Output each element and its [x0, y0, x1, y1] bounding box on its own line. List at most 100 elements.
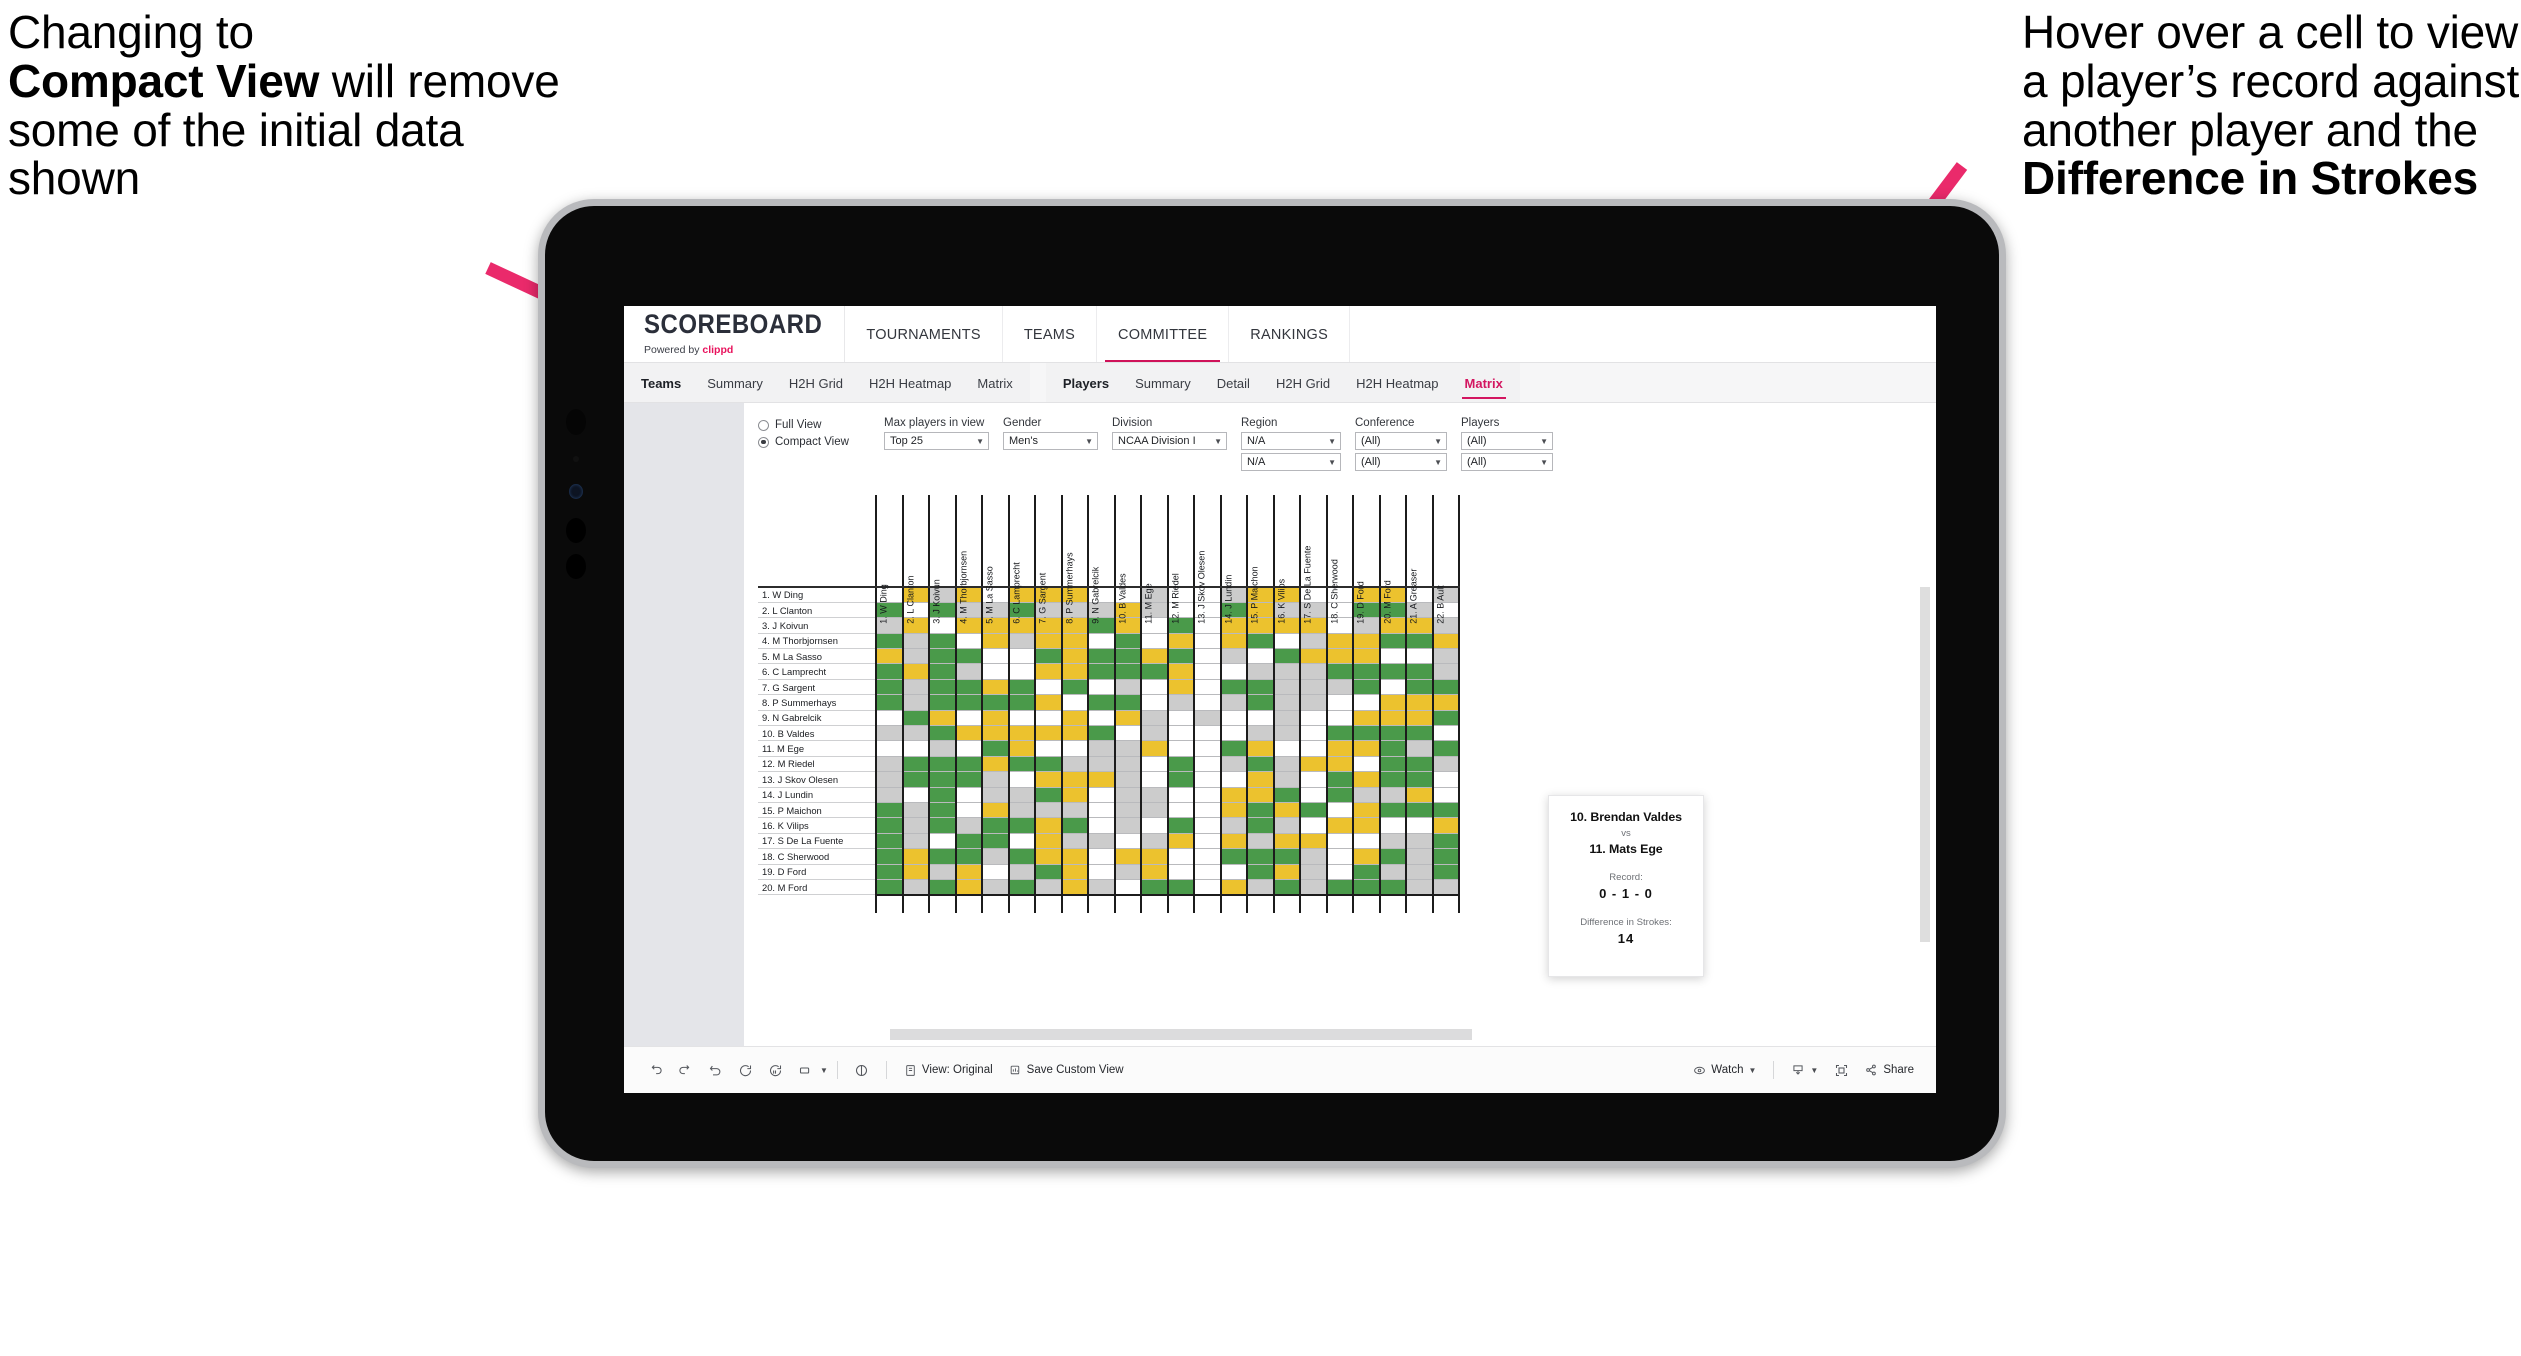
- matrix-cell[interactable]: [1140, 864, 1169, 880]
- matrix-cell[interactable]: [1325, 648, 1354, 665]
- matrix-cell[interactable]: [1034, 756, 1063, 773]
- matrix-cell[interactable]: [1405, 802, 1434, 819]
- matrix-cell[interactable]: [1087, 817, 1116, 834]
- matrix-cell[interactable]: [1007, 802, 1036, 819]
- matrix-cell[interactable]: [928, 663, 957, 680]
- radio-compact-view[interactable]: Compact View: [758, 436, 884, 448]
- matrix-cell[interactable]: [954, 633, 983, 650]
- matrix-cell[interactable]: [1299, 771, 1328, 788]
- matrix-cell[interactable]: [1193, 756, 1222, 773]
- matrix-cell[interactable]: [1378, 725, 1407, 742]
- matrix-cell[interactable]: [1378, 648, 1407, 665]
- filter-max-players-select[interactable]: Top 25 ▼: [884, 432, 989, 450]
- matrix-cell[interactable]: [1405, 817, 1434, 834]
- filter-gender-select[interactable]: Men's ▼: [1003, 432, 1098, 450]
- horizontal-scrollbar-thumb[interactable]: [890, 1029, 1472, 1040]
- matrix-cell[interactable]: [1060, 648, 1089, 665]
- matrix-cell[interactable]: [1113, 633, 1142, 650]
- matrix-cell[interactable]: [1378, 817, 1407, 834]
- matrix-cell[interactable]: [875, 756, 904, 773]
- matrix-cell[interactable]: [1060, 725, 1089, 742]
- matrix-viewport[interactable]: 1. W Ding 2. L Clanton 3. J Koivun 4. M Tho…: [758, 495, 1930, 1040]
- matrix-cell[interactable]: [1166, 787, 1195, 803]
- matrix-cell[interactable]: [1060, 802, 1089, 819]
- matrix-cell[interactable]: [1087, 848, 1116, 865]
- matrix-cell[interactable]: [1272, 848, 1301, 865]
- matrix-cell[interactable]: [1193, 725, 1222, 742]
- matrix-cell[interactable]: [875, 694, 904, 711]
- matrix-cell[interactable]: [1378, 710, 1407, 727]
- matrix-cell[interactable]: [1113, 679, 1142, 696]
- redo-icon[interactable]: [670, 1055, 700, 1085]
- matrix-cell[interactable]: [901, 817, 930, 834]
- matrix-cell[interactable]: [1034, 694, 1063, 711]
- matrix-col-header[interactable]: 17. S De La Fuente: [1299, 495, 1328, 624]
- matrix-cell[interactable]: [1166, 879, 1195, 896]
- matrix-cell[interactable]: [981, 710, 1010, 727]
- matrix-row-label[interactable]: 17. S De La Fuente: [758, 833, 876, 850]
- matrix-cell[interactable]: [1034, 879, 1063, 896]
- chevron-down-icon[interactable]: ▼: [820, 1066, 828, 1075]
- subnav-item-players-h2h-grid[interactable]: H2H Grid: [1263, 363, 1343, 403]
- matrix-cell[interactable]: [1352, 848, 1381, 865]
- matrix-cell[interactable]: [1007, 771, 1036, 788]
- matrix-cell[interactable]: [928, 679, 957, 696]
- matrix-cell[interactable]: [1166, 725, 1195, 742]
- matrix-cell[interactable]: [1166, 817, 1195, 834]
- matrix-cell[interactable]: [1246, 879, 1275, 896]
- matrix-cell[interactable]: [1299, 633, 1328, 650]
- matrix-cell[interactable]: [901, 864, 930, 880]
- matrix-cell[interactable]: [1431, 787, 1460, 803]
- matrix-cell[interactable]: [901, 725, 930, 742]
- matrix-cell[interactable]: [1325, 663, 1354, 680]
- matrix-cell[interactable]: [1113, 725, 1142, 742]
- matrix-cell[interactable]: [1325, 787, 1354, 803]
- matrix-cell[interactable]: [1299, 787, 1328, 803]
- matrix-cell[interactable]: [1272, 817, 1301, 834]
- matrix-cell[interactable]: [901, 756, 930, 773]
- matrix-cell[interactable]: [1378, 879, 1407, 896]
- matrix-cell[interactable]: [928, 802, 957, 819]
- matrix-cell[interactable]: [1352, 679, 1381, 696]
- matrix-row-label[interactable]: 3. J Koivun: [758, 617, 876, 634]
- matrix-cell[interactable]: [1193, 864, 1222, 880]
- matrix-cell[interactable]: [1166, 848, 1195, 865]
- matrix-cell[interactable]: [981, 740, 1010, 757]
- matrix-cell[interactable]: [981, 648, 1010, 665]
- matrix-cell[interactable]: [1219, 648, 1248, 665]
- matrix-cell[interactable]: [1007, 725, 1036, 742]
- matrix-cell[interactable]: [1060, 833, 1089, 850]
- matrix-col-header[interactable]: 13. J Skov Olesen: [1193, 495, 1222, 624]
- matrix-cell[interactable]: [1405, 771, 1434, 788]
- share-button[interactable]: Share: [1856, 1063, 1922, 1077]
- matrix-cell[interactable]: [1246, 817, 1275, 834]
- matrix-cell[interactable]: [1140, 679, 1169, 696]
- matrix-cell[interactable]: [1087, 740, 1116, 757]
- matrix-cell[interactable]: [1007, 740, 1036, 757]
- matrix-cell[interactable]: [1113, 817, 1142, 834]
- matrix-cell[interactable]: [954, 648, 983, 665]
- matrix-cell[interactable]: [875, 633, 904, 650]
- matrix-cell[interactable]: [1060, 879, 1089, 896]
- matrix-cell[interactable]: [1431, 679, 1460, 696]
- matrix-cell[interactable]: [1299, 679, 1328, 696]
- matrix-cell[interactable]: [1405, 787, 1434, 803]
- matrix-cell[interactable]: [1219, 787, 1248, 803]
- matrix-cell[interactable]: [901, 679, 930, 696]
- matrix-cell[interactable]: [1352, 710, 1381, 727]
- matrix-cell[interactable]: [901, 740, 930, 757]
- matrix-cell[interactable]: [1060, 633, 1089, 650]
- matrix-row-label[interactable]: 20. M Ford: [758, 879, 876, 896]
- matrix-cell[interactable]: [1113, 756, 1142, 773]
- matrix-cell[interactable]: [1325, 817, 1354, 834]
- subnav-item-players[interactable]: Players: [1050, 363, 1122, 403]
- matrix-cell[interactable]: [1219, 848, 1248, 865]
- matrix-cell[interactable]: [1405, 740, 1434, 757]
- matrix-cell[interactable]: [1246, 663, 1275, 680]
- matrix-cell[interactable]: [1405, 848, 1434, 865]
- matrix-cell[interactable]: [1299, 848, 1328, 865]
- matrix-col-header[interactable]: 16. K Vilips: [1272, 495, 1301, 624]
- subnav-item-teams-summary[interactable]: Summary: [694, 363, 776, 403]
- radio-full-view[interactable]: Full View: [758, 419, 884, 431]
- matrix-cell[interactable]: [1431, 771, 1460, 788]
